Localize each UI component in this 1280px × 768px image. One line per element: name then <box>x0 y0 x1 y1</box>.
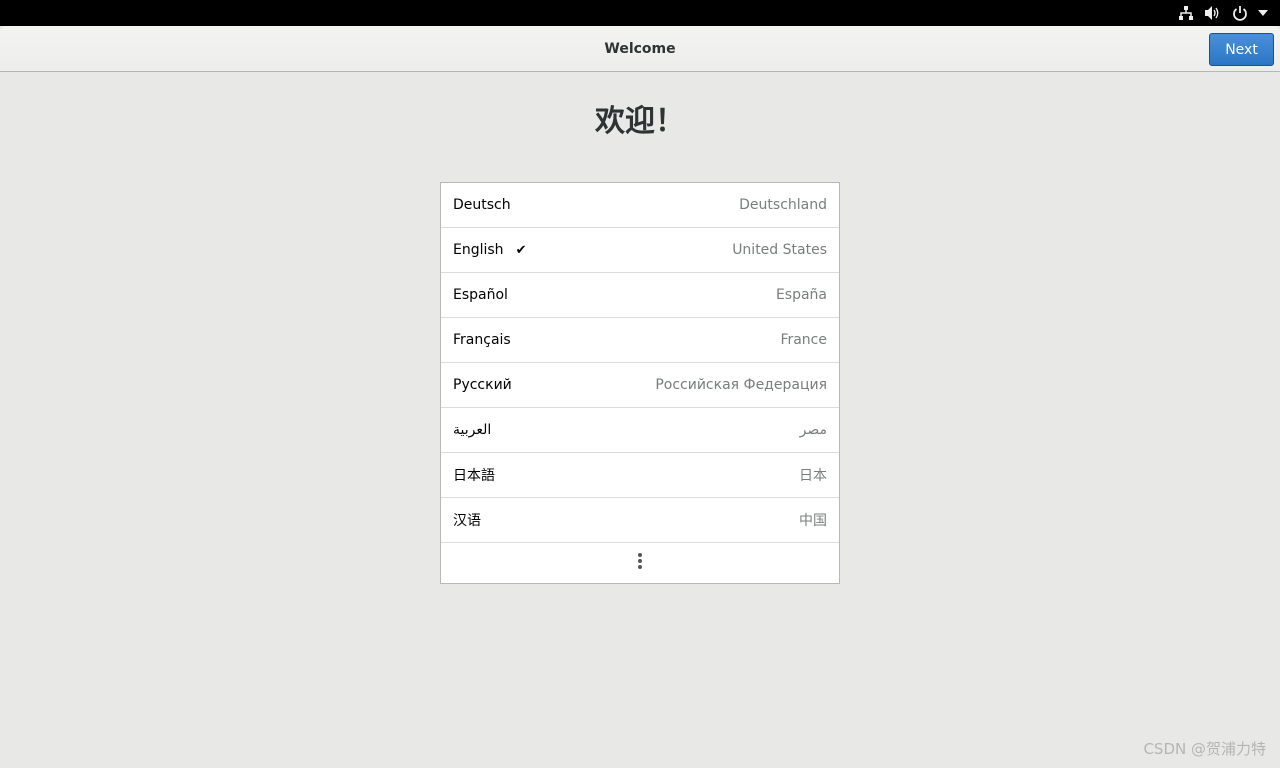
checkmark-icon: ✔ <box>515 242 527 258</box>
next-button[interactable]: Next <box>1209 33 1274 66</box>
language-row[interactable]: 汉语 中国 <box>441 498 839 543</box>
more-vertical-icon <box>637 552 643 574</box>
language-row[interactable]: Русский Российская Федерация <box>441 363 839 408</box>
language-row[interactable]: العربية مصر <box>441 408 839 453</box>
language-region: مصر <box>799 422 827 438</box>
system-tray[interactable] <box>1178 0 1268 26</box>
power-icon[interactable] <box>1232 5 1248 21</box>
volume-icon[interactable] <box>1204 5 1222 21</box>
language-name: 日本語 <box>453 468 495 484</box>
language-name: Français <box>453 332 511 348</box>
language-row[interactable]: Español España <box>441 273 839 318</box>
language-region: España <box>775 287 827 303</box>
dropdown-arrow-icon[interactable] <box>1258 9 1268 17</box>
welcome-heading: 欢迎！ <box>595 104 685 139</box>
watermark: CSDN @贺浦力特 <box>1143 740 1266 758</box>
language-region: France <box>780 332 827 348</box>
language-name: Deutsch <box>453 197 511 213</box>
language-name: العربية <box>453 422 492 438</box>
language-region: Российская Федерация <box>655 377 827 393</box>
language-name: Español <box>453 287 508 303</box>
more-languages-button[interactable] <box>441 543 839 583</box>
language-region: United States <box>732 242 827 258</box>
header-title: Welcome <box>604 41 676 57</box>
language-row[interactable]: Français France <box>441 318 839 363</box>
language-name: 汉语 <box>453 513 481 529</box>
network-icon[interactable] <box>1178 5 1194 21</box>
language-name: Русский <box>453 377 512 393</box>
language-row[interactable]: Deutsch Deutschland <box>441 183 839 228</box>
language-name: English <box>453 242 504 258</box>
language-list: Deutsch Deutschland English ✔ United States E… <box>440 182 840 584</box>
language-region: 日本 <box>799 468 827 484</box>
header-bar: Welcome Next <box>0 26 1280 72</box>
language-row[interactable]: English ✔ United States <box>441 228 839 273</box>
language-row[interactable]: 日本語 日本 <box>441 453 839 498</box>
language-region: Deutschland <box>739 197 827 213</box>
top-bar <box>0 0 1280 26</box>
language-region: 中国 <box>799 513 827 529</box>
